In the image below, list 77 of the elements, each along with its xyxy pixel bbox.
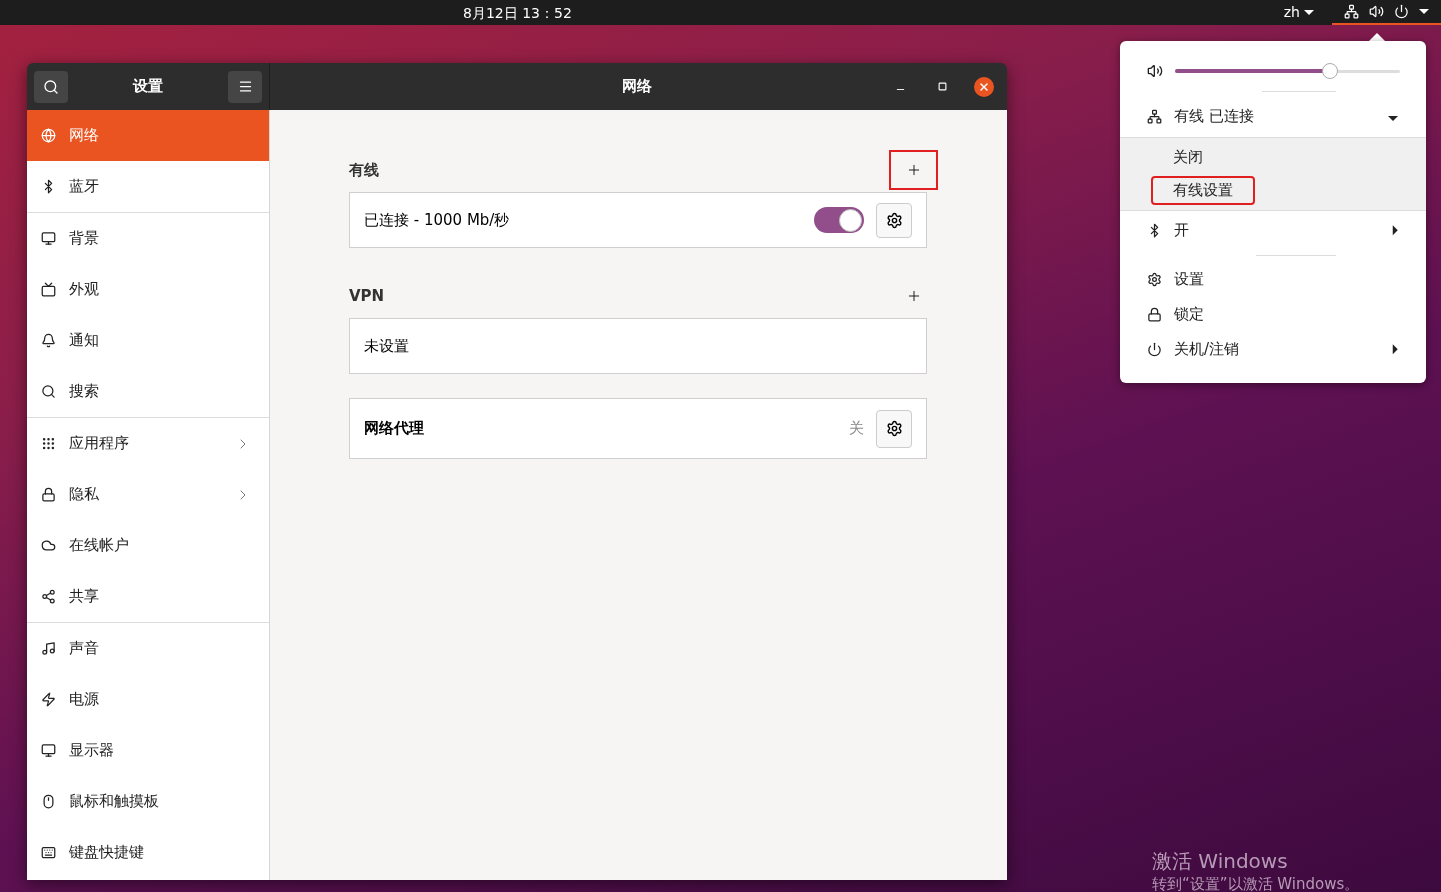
proxy-status: 关: [849, 418, 864, 440]
slider-thumb[interactable]: [1322, 63, 1339, 79]
menu-item[interactable]: 有线设置: [1153, 178, 1253, 203]
sidebar-item[interactable]: 电源: [27, 674, 269, 725]
add-button[interactable]: [889, 150, 938, 190]
close-button[interactable]: [974, 76, 994, 97]
proxy-row[interactable]: 网络代理 关: [349, 398, 927, 459]
lock-icon: [1147, 307, 1162, 322]
mouse-icon: [41, 794, 56, 809]
monitor-icon: [41, 231, 56, 246]
caret-icon: [1388, 116, 1398, 122]
sidebar-item[interactable]: 共享: [27, 571, 269, 622]
caret-icon: [1304, 10, 1314, 15]
lightning-icon: [41, 692, 56, 707]
sidebar-item[interactable]: 背景: [27, 213, 269, 264]
volume-icon: [1369, 4, 1384, 19]
power-icon: [1394, 4, 1409, 19]
section-heading: VPN: [349, 285, 385, 307]
close-icon: [978, 80, 990, 93]
volume-icon: [1147, 63, 1163, 79]
wired-menu-item[interactable]: 有线 已连接: [1120, 96, 1426, 137]
volume-slider[interactable]: [1175, 63, 1400, 79]
vpn-status: 未设置: [364, 335, 409, 357]
keyboard-icon: [41, 845, 56, 860]
caret-icon: [1392, 225, 1398, 235]
lock-icon: [41, 487, 56, 502]
settings-button[interactable]: [876, 202, 912, 238]
settings-icon: [1147, 272, 1162, 287]
sidebar-item[interactable]: 外观: [27, 264, 269, 315]
menu-item[interactable]: 关机/注销: [1120, 332, 1426, 367]
window-title: 网络: [622, 76, 652, 98]
input-method-button[interactable]: zh: [1283, 2, 1314, 23]
sidebar-item[interactable]: 键盘快捷键: [27, 827, 269, 878]
sidebar-item[interactable]: 网络: [27, 110, 269, 161]
search-icon: [43, 78, 59, 95]
sidebar-item[interactable]: 在线帐户: [27, 520, 269, 571]
menu-item[interactable]: 设置: [1120, 262, 1426, 297]
cloud-icon: [41, 538, 56, 553]
sidebar-item[interactable]: 蓝牙: [27, 161, 269, 212]
sidebar-item[interactable]: 搜索: [27, 366, 269, 417]
connection-status: 已连接 - 1000 Mb/秒: [364, 209, 510, 231]
menu-icon: [237, 79, 253, 94]
sidebar-title: 设置: [133, 76, 163, 98]
sidebar-item[interactable]: 通知: [27, 315, 269, 366]
grid-icon: [41, 436, 56, 451]
clock[interactable]: 8月12日 13：52: [463, 3, 572, 24]
activation-message: 转到“设置”以激活 Windows。: [1152, 874, 1360, 892]
menu-button[interactable]: [228, 70, 262, 103]
globe-icon: [41, 128, 56, 143]
sidebar-item[interactable]: 应用程序: [27, 418, 269, 469]
search-icon: [41, 384, 56, 399]
caret-icon: [1392, 344, 1398, 355]
network-icon: [1344, 4, 1359, 19]
network-icon: [1147, 109, 1162, 124]
sidebar-item[interactable]: 鼠标和触摸板: [27, 776, 269, 827]
bell-icon: [41, 333, 56, 348]
sidebar-item[interactable]: 声音: [27, 623, 269, 674]
bluetooth-menu-item[interactable]: 开: [1120, 211, 1426, 249]
menu-item[interactable]: 锁定: [1120, 297, 1426, 332]
maximize-icon: [937, 82, 947, 91]
settings-button[interactable]: [876, 409, 912, 448]
power-icon: [1147, 342, 1162, 357]
search-button[interactable]: [34, 70, 68, 103]
menu-item[interactable]: 关闭: [1153, 145, 1223, 170]
monitor-icon: [41, 743, 56, 758]
settings-icon: [885, 211, 903, 229]
activation-title: 激活 Windows: [1152, 848, 1289, 874]
section-heading: 有线: [349, 159, 379, 181]
toggle-switch[interactable]: [814, 207, 864, 233]
screen-icon: [41, 282, 56, 297]
caret-icon: [1419, 9, 1429, 14]
proxy-label: 网络代理: [364, 418, 424, 440]
sidebar-item[interactable]: 隐私: [27, 469, 269, 520]
music-note-icon: [41, 641, 56, 656]
share-icon: [41, 589, 56, 604]
sidebar-item[interactable]: 显示器: [27, 725, 269, 776]
settings-icon: [885, 420, 903, 437]
